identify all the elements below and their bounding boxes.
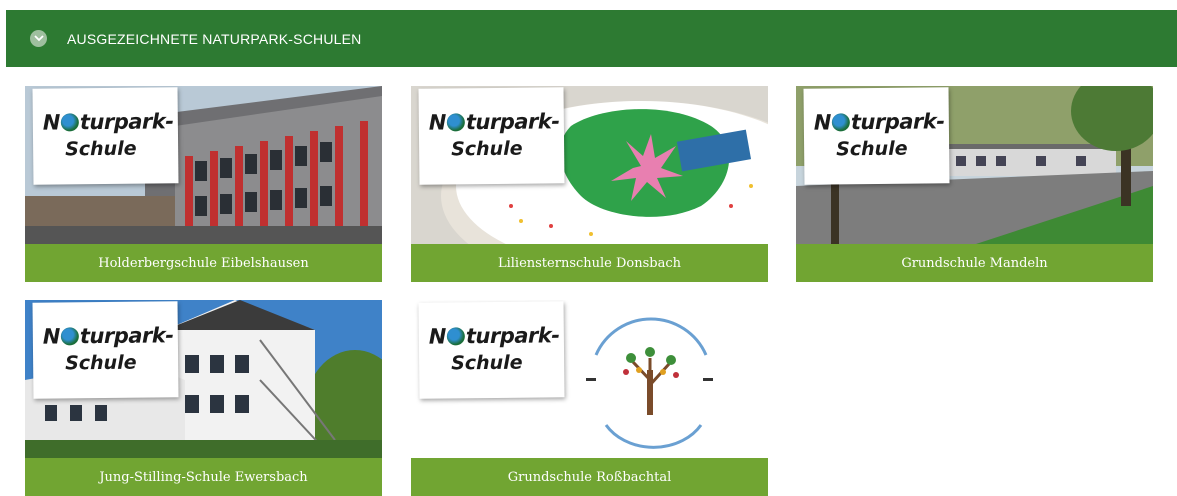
school-card[interactable]: Nturpark- Schule Holderbergschule Eibels… xyxy=(25,86,382,282)
school-card[interactable]: Nturpark- Schule Liliensternschule Donsb… xyxy=(411,86,768,282)
school-name[interactable]: Grundschule Mandeln xyxy=(796,244,1153,282)
naturpark-schule-logo: Nturpark- Schule xyxy=(32,301,179,399)
section-title: AUSGEZEICHNETE NATURPARK-SCHULEN xyxy=(67,30,362,47)
school-name[interactable]: Holderbergschule Eibelshausen xyxy=(25,244,382,282)
school-card[interactable]: Nturpark- Schule Grundschule Roßbachtal xyxy=(411,300,768,496)
naturpark-schule-logo: Nturpark- Schule xyxy=(803,87,950,185)
school-name[interactable]: Liliensternschule Donsbach xyxy=(411,244,768,282)
school-card[interactable]: Nturpark- Schule Jung-Stilling-Schule Ew… xyxy=(25,300,382,496)
section-header[interactable]: AUSGEZEICHNETE NATURPARK-SCHULEN xyxy=(6,10,1177,67)
school-name[interactable]: Grundschule Roßbachtal xyxy=(411,458,768,496)
naturpark-schule-logo: Nturpark- Schule xyxy=(418,301,565,399)
school-name[interactable]: Jung-Stilling-Schule Ewersbach xyxy=(25,458,382,496)
school-card[interactable]: Nturpark- Schule Grundschule Mandeln xyxy=(796,86,1153,282)
naturpark-schule-logo: Nturpark- Schule xyxy=(32,87,179,185)
naturpark-schule-logo: Nturpark- Schule xyxy=(418,87,565,185)
chevron-down-icon[interactable] xyxy=(30,30,47,47)
